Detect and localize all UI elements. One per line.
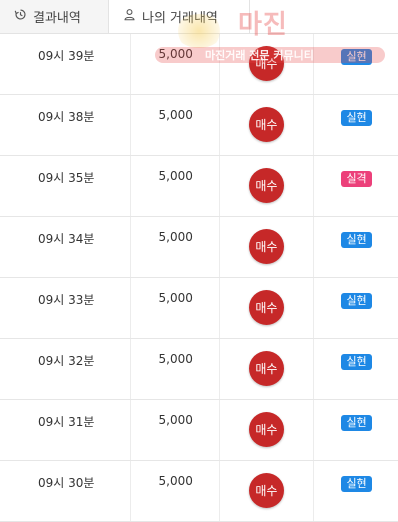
action-cell: 매수 <box>220 34 315 94</box>
result-badge: 실현 <box>341 476 372 492</box>
result-badge: 실현 <box>341 110 372 126</box>
buy-button[interactable]: 매수 <box>248 290 284 325</box>
amount-cell: 5,000 <box>131 217 220 277</box>
buy-button[interactable]: 매수 <box>248 168 284 203</box>
trade-amount: 5,000 <box>158 169 193 183</box>
tab-bar: 결과내역 나의 거래내역 <box>0 0 398 34</box>
time-cell: 09시 35분 <box>0 156 132 216</box>
trade-time: 09시 39분 <box>38 49 95 63</box>
trade-time: 09시 34분 <box>38 232 95 246</box>
buy-button[interactable]: 매수 <box>248 412 284 447</box>
table-row: 09시 38분 5,000 매수 실현 <box>0 95 398 156</box>
action-cell: 매수 <box>220 339 315 399</box>
result-cell: 실현 <box>314 95 398 155</box>
amount-cell: 5,000 <box>131 34 220 94</box>
amount-cell: 5,000 <box>131 278 220 338</box>
result-cell: 실현 <box>314 339 398 399</box>
trade-time: 09시 31분 <box>38 415 95 429</box>
trade-time: 09시 38분 <box>38 110 95 124</box>
trade-amount: 5,000 <box>158 47 193 61</box>
user-icon <box>123 8 136 25</box>
action-cell: 매수 <box>220 217 315 277</box>
trade-time: 09시 33분 <box>38 293 95 307</box>
time-cell: 09시 38분 <box>0 95 132 155</box>
tab-my-trades-label: 나의 거래내역 <box>142 11 218 26</box>
table-row: 09시 31분 5,000 매수 실현 <box>0 400 398 461</box>
trade-time: 09시 32분 <box>38 354 95 368</box>
results-table: 09시 39분 5,000 매수 실현 09시 38분 5,000 매수 실현 … <box>0 34 398 522</box>
tab-results[interactable]: 결과내역 <box>0 0 108 33</box>
trade-amount: 5,000 <box>158 413 193 427</box>
time-cell: 09시 30분 <box>0 461 132 521</box>
result-cell: 실현 <box>314 278 398 338</box>
table-row: 09시 34분 5,000 매수 실현 <box>0 217 398 278</box>
action-cell: 매수 <box>220 278 315 338</box>
action-cell: 매수 <box>220 95 315 155</box>
result-badge: 실현 <box>341 232 372 248</box>
time-cell: 09시 39분 <box>0 34 132 94</box>
action-cell: 매수 <box>220 461 315 521</box>
history-icon <box>14 8 27 25</box>
buy-button[interactable]: 매수 <box>248 107 284 142</box>
time-cell: 09시 31분 <box>0 400 132 460</box>
time-cell: 09시 32분 <box>0 339 132 399</box>
result-cell: 실현 <box>314 217 398 277</box>
buy-button[interactable]: 매수 <box>248 46 284 81</box>
trade-amount: 5,000 <box>158 352 193 366</box>
trade-amount: 5,000 <box>158 230 193 244</box>
buy-button[interactable]: 매수 <box>248 351 284 386</box>
result-badge: 실현 <box>341 354 372 370</box>
result-badge: 실현 <box>341 415 372 431</box>
time-cell: 09시 34분 <box>0 217 132 277</box>
amount-cell: 5,000 <box>131 156 220 216</box>
result-cell: 실격 <box>314 156 398 216</box>
time-cell: 09시 33분 <box>0 278 132 338</box>
trade-time: 09시 30분 <box>38 476 95 490</box>
action-cell: 매수 <box>220 156 315 216</box>
result-cell: 실현 <box>314 400 398 460</box>
result-cell: 실현 <box>314 34 398 94</box>
result-badge: 실격 <box>341 171 372 187</box>
buy-button[interactable]: 매수 <box>248 473 284 508</box>
table-row: 09시 32분 5,000 매수 실현 <box>0 339 398 400</box>
amount-cell: 5,000 <box>131 95 220 155</box>
amount-cell: 5,000 <box>131 339 220 399</box>
buy-button[interactable]: 매수 <box>248 229 284 264</box>
action-cell: 매수 <box>220 400 315 460</box>
tab-results-label: 결과내역 <box>33 11 81 26</box>
trade-amount: 5,000 <box>158 474 193 488</box>
amount-cell: 5,000 <box>131 461 220 521</box>
result-badge: 실현 <box>341 293 372 309</box>
result-cell: 실현 <box>314 461 398 521</box>
amount-cell: 5,000 <box>131 400 220 460</box>
trade-amount: 5,000 <box>158 108 193 122</box>
trade-amount: 5,000 <box>158 291 193 305</box>
trade-time: 09시 35분 <box>38 171 95 185</box>
table-row: 09시 30분 5,000 매수 실현 <box>0 461 398 522</box>
result-badge: 실현 <box>341 49 372 65</box>
table-row: 09시 39분 5,000 매수 실현 <box>0 34 398 95</box>
tab-my-trades[interactable]: 나의 거래내역 <box>108 0 250 33</box>
table-row: 09시 33분 5,000 매수 실현 <box>0 278 398 339</box>
table-row: 09시 35분 5,000 매수 실격 <box>0 156 398 217</box>
